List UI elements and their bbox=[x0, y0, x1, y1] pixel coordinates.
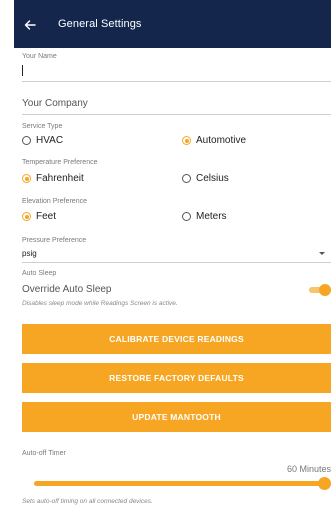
auto-sleep-description: Disables sleep mode while Readings Scree… bbox=[22, 300, 178, 307]
override-auto-sleep-toggle[interactable] bbox=[309, 284, 331, 296]
temperature-group: Fahrenheit Celsius bbox=[22, 173, 331, 184]
radio-celsius[interactable]: Celsius bbox=[182, 173, 229, 184]
temperature-label: Temperature Preference bbox=[22, 159, 98, 166]
radio-off-icon bbox=[22, 136, 31, 145]
auto-off-value: 60 Minutes bbox=[286, 464, 331, 474]
radio-off-icon bbox=[182, 212, 191, 221]
page-title: General Settings bbox=[58, 18, 142, 30]
override-auto-sleep-title: Override Auto Sleep bbox=[22, 284, 112, 295]
text-cursor bbox=[22, 65, 23, 76]
calibrate-device-readings-button[interactable]: CALIBRATE DEVICE READINGS bbox=[22, 324, 331, 354]
company-input[interactable]: Your Company bbox=[22, 98, 88, 109]
pressure-underline bbox=[22, 262, 331, 263]
radio-meters[interactable]: Meters bbox=[182, 211, 227, 222]
radio-off-icon bbox=[182, 174, 191, 183]
app-bar: General Settings bbox=[14, 0, 331, 48]
slider-thumb[interactable] bbox=[318, 477, 331, 490]
auto-off-description: Sets auto-off timing on all connected de… bbox=[22, 498, 153, 505]
restore-factory-defaults-button[interactable]: RESTORE FACTORY DEFAULTS bbox=[22, 363, 331, 393]
company-underline bbox=[22, 114, 331, 115]
slider-track bbox=[34, 481, 331, 486]
elevation-label: Elevation Preference bbox=[22, 198, 87, 205]
your-name-underline bbox=[22, 81, 331, 82]
radio-on-icon bbox=[22, 174, 31, 183]
radio-automotive[interactable]: Automotive bbox=[182, 135, 246, 146]
your-name-label: Your Name bbox=[22, 53, 57, 60]
update-mantooth-button[interactable]: UPDATE MANTOOTH bbox=[22, 402, 331, 432]
auto-off-timer-label: Auto-off Timer bbox=[22, 450, 66, 457]
caret-down-icon bbox=[319, 252, 325, 255]
auto-sleep-label: Auto Sleep bbox=[22, 270, 57, 277]
radio-feet[interactable]: Feet bbox=[22, 211, 56, 222]
service-type-label: Service Type bbox=[22, 123, 63, 130]
radio-on-icon bbox=[182, 136, 191, 145]
elevation-group: Feet Meters bbox=[22, 211, 331, 222]
radio-on-icon bbox=[22, 212, 31, 221]
radio-fahrenheit[interactable]: Fahrenheit bbox=[22, 173, 84, 184]
auto-off-slider[interactable] bbox=[34, 477, 331, 491]
radio-hvac[interactable]: HVAC bbox=[22, 135, 63, 146]
service-type-group: HVAC Automotive bbox=[22, 135, 331, 146]
arrow-left-icon[interactable] bbox=[24, 18, 36, 30]
pressure-label: Pressure Preference bbox=[22, 237, 87, 244]
pressure-select[interactable]: psig bbox=[22, 249, 331, 258]
your-name-input[interactable] bbox=[22, 64, 331, 82]
